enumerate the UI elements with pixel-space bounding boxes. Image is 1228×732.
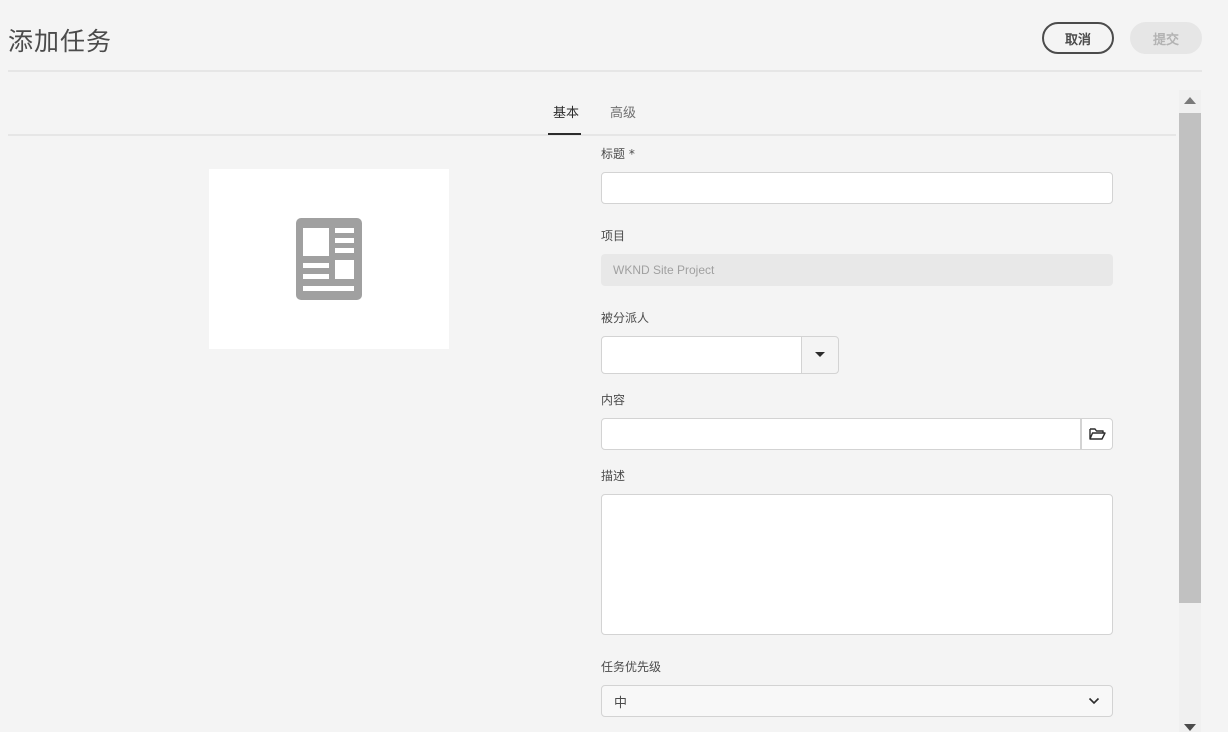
browse-content-button[interactable] — [1081, 418, 1113, 450]
active-tab-indicator — [548, 133, 581, 135]
folder-open-icon — [1088, 428, 1106, 440]
description-textarea[interactable] — [601, 494, 1113, 635]
content-path-input[interactable] — [601, 418, 1081, 450]
cancel-button[interactable]: 取消 — [1042, 22, 1114, 54]
page-title: 添加任务 — [8, 27, 113, 56]
chevron-down-icon — [1088, 697, 1100, 705]
assignee-dropdown-button[interactable] — [801, 336, 839, 374]
scroll-up-arrow-icon[interactable] — [1183, 95, 1197, 105]
assignee-label: 被分派人 — [601, 311, 650, 325]
project-label: 项目 — [601, 229, 626, 243]
title-label: 标题 * — [601, 147, 635, 161]
tab-advanced[interactable]: 高级 — [610, 102, 636, 121]
title-input[interactable] — [601, 172, 1113, 204]
scroll-down-arrow-icon[interactable] — [1183, 722, 1197, 732]
description-label: 描述 — [601, 469, 626, 483]
header-divider — [8, 70, 1202, 72]
caret-down-icon — [815, 352, 825, 357]
project-field: WKND Site Project — [601, 254, 1113, 286]
submit-button[interactable]: 提交 — [1130, 22, 1202, 54]
priority-select[interactable]: 中 — [601, 685, 1113, 717]
task-thumbnail — [209, 169, 449, 349]
content-label: 内容 — [601, 393, 626, 407]
add-task-dialog: 添加任务 取消 提交 基本 高级 标题 * 项目 WKND Site Proje… — [0, 0, 1228, 732]
priority-label: 任务优先级 — [601, 660, 662, 674]
tabs-divider — [8, 134, 1176, 136]
assignee-input[interactable] — [601, 336, 802, 374]
tab-basic[interactable]: 基本 — [553, 102, 579, 121]
priority-value: 中 — [614, 695, 628, 711]
document-layout-icon — [296, 218, 362, 300]
scrollbar-thumb[interactable] — [1179, 113, 1201, 603]
